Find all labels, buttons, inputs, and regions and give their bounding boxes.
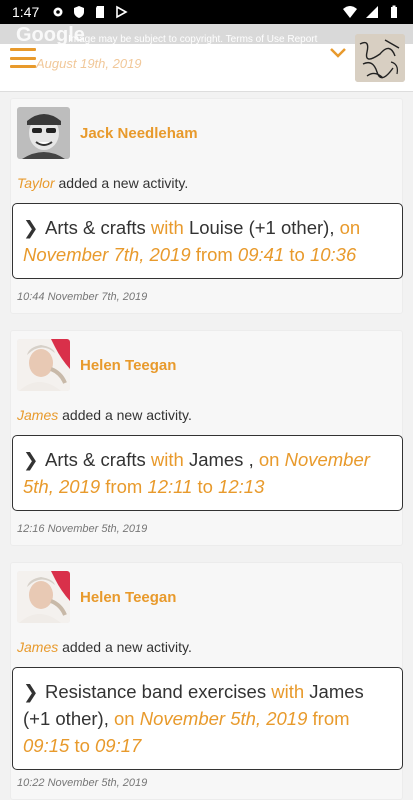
activity-start-time: 09:15 <box>23 735 70 756</box>
activity-details-box[interactable]: ❯ Arts & crafts with James , on November … <box>12 435 403 511</box>
timestamp: 10:44 November 7th, 2019 <box>17 291 148 303</box>
resident-name[interactable]: Helen Teegan <box>80 589 176 606</box>
banner-notice: Image may be subject to copyright. Terms… <box>68 34 318 45</box>
feed-card: Helen Teegan James added a new activity.… <box>10 330 403 546</box>
hamburger-icon[interactable] <box>10 48 36 68</box>
activity-date: November 7th, 2019 <box>23 244 191 265</box>
activity-participants: Louise (+1 other), <box>188 217 335 238</box>
activity-end-time: 10:36 <box>309 244 357 265</box>
gear-icon <box>53 7 63 17</box>
timestamp: 12:16 November 5th, 2019 <box>17 523 148 535</box>
feed-card: Jack Needleham Taylor added a new activi… <box>10 98 403 314</box>
resident-name[interactable]: Helen Teegan <box>80 357 176 374</box>
to-word: to <box>197 476 213 497</box>
sd-card-icon <box>96 6 105 18</box>
activity-title: Resistance band exercises <box>45 681 267 702</box>
actor-name[interactable]: James <box>17 639 58 655</box>
on-word: on <box>339 217 361 238</box>
from-word: from <box>195 244 233 265</box>
battery-icon <box>391 5 397 18</box>
status-bar: 1:47 <box>0 0 413 24</box>
activity-summary: Taylor added a new activity. <box>17 175 188 191</box>
card-header: Helen Teegan <box>17 339 176 391</box>
activity-details-box[interactable]: ❯ Arts & crafts with Louise (+1 other), o… <box>12 203 403 279</box>
action-text: added a new activity. <box>62 639 192 655</box>
chevron-right-icon: ❯ <box>23 449 39 470</box>
person-photo-icon <box>17 339 70 391</box>
activity-title: Arts & crafts <box>45 449 146 470</box>
chevron-down-icon[interactable] <box>329 46 347 60</box>
card-header: Helen Teegan <box>17 571 176 623</box>
action-text: added a new activity. <box>58 175 189 191</box>
feed-card: Helen Teegan James added a new activity.… <box>10 562 403 800</box>
resident-photo[interactable] <box>17 571 70 623</box>
with-word: with <box>271 681 305 702</box>
actor-name[interactable]: James <box>17 407 58 423</box>
activity-summary: James added a new activity. <box>17 639 192 655</box>
resident-photo[interactable] <box>17 339 70 391</box>
scribble-art-icon <box>355 34 405 82</box>
activity-end-time: 12:13 <box>218 476 265 497</box>
on-word: on <box>114 708 135 729</box>
shield-icon <box>74 6 85 18</box>
activity-date: November 5th, 2019 <box>139 708 308 729</box>
status-time: 1:47 <box>12 4 40 20</box>
resident-photo[interactable] <box>17 107 70 159</box>
activity-details-box[interactable]: ❯ Resistance band exercises with James (+… <box>12 667 403 770</box>
activity-end-time: 09:17 <box>95 735 142 756</box>
with-word: with <box>150 217 184 238</box>
person-photo-icon <box>17 107 70 159</box>
avatar[interactable] <box>355 34 405 82</box>
actor-name[interactable]: Taylor <box>17 175 55 191</box>
to-word: to <box>289 244 305 265</box>
from-word: from <box>105 476 143 497</box>
activity-participants: James , <box>188 449 254 470</box>
signal-icon <box>366 6 378 18</box>
chevron-right-icon: ❯ <box>23 681 39 702</box>
chevron-right-icon: ❯ <box>23 217 39 238</box>
app-header: Google Image may be subject to copyright… <box>0 24 413 92</box>
activity-start-time: 09:41 <box>237 244 285 265</box>
resident-name[interactable]: Jack Needleham <box>80 125 198 142</box>
faded-date: August 19th, 2019 <box>36 56 142 71</box>
action-text: added a new activity. <box>62 407 192 423</box>
activity-start-time: 12:11 <box>147 476 193 497</box>
with-word: with <box>150 449 184 470</box>
activity-summary: James added a new activity. <box>17 407 192 423</box>
to-word: to <box>74 735 90 756</box>
from-word: from <box>312 708 350 729</box>
on-word: on <box>258 449 280 470</box>
play-icon <box>116 5 128 19</box>
card-header: Jack Needleham <box>17 107 198 159</box>
timestamp: 10:22 November 5th, 2019 <box>17 777 148 789</box>
wifi-icon <box>343 6 357 18</box>
person-photo-icon <box>17 571 70 623</box>
activity-title: Arts & crafts <box>45 217 146 238</box>
